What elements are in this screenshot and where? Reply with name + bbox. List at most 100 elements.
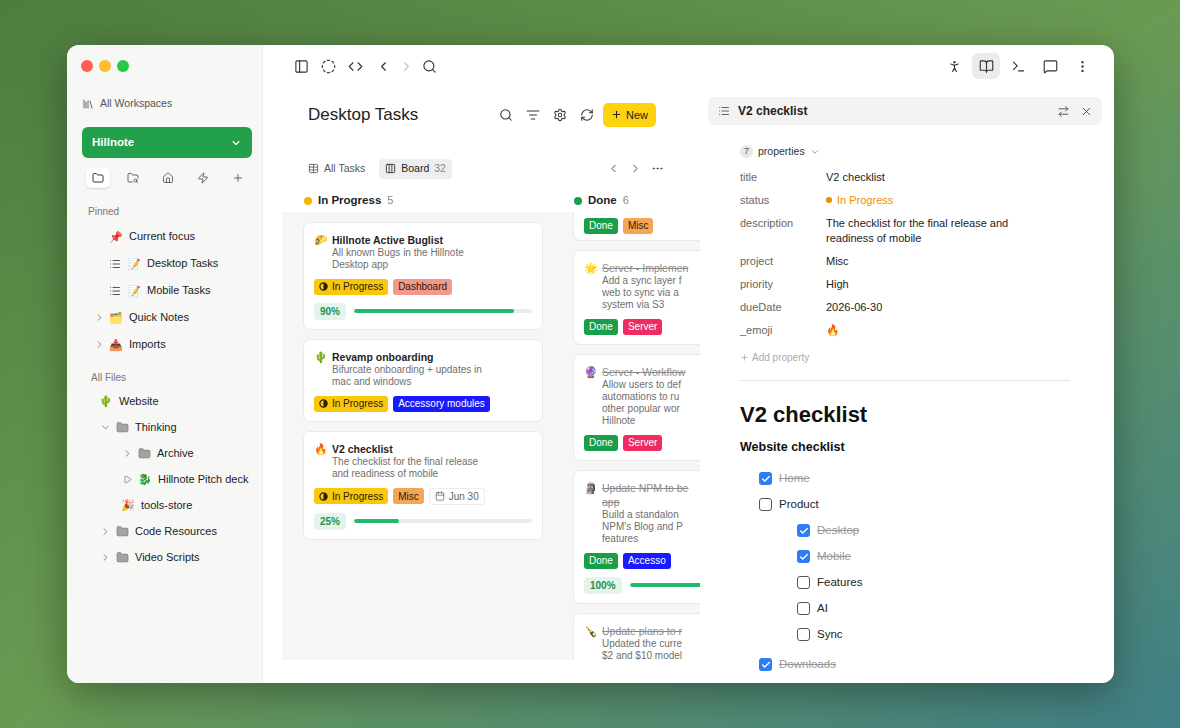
checklist-item[interactable]: Desktop [740,518,1102,544]
checklist-item[interactable]: Mobile [740,544,1102,570]
back-icon[interactable] [376,59,391,74]
new-button[interactable]: New [603,103,656,127]
chevron-down-icon[interactable] [100,422,111,433]
more-icon[interactable] [651,162,664,175]
previous-icon[interactable] [607,162,620,175]
all-workspaces-link[interactable]: All Workspaces [67,97,262,111]
panel-button[interactable] [972,53,1000,79]
file-item[interactable]: 🐉Hillnote Pitch deck [67,466,262,492]
checkbox[interactable] [797,576,810,589]
pinned-item[interactable]: 🗂️Quick Notes [67,304,262,331]
checkbox[interactable] [797,550,810,563]
tag[interactable]: Accessory modules [393,396,490,412]
close-icon[interactable] [1080,105,1093,118]
task-card[interactable]: Done Misc [573,212,700,241]
gear-icon[interactable] [553,108,567,122]
sidebar-tool-button[interactable] [86,168,110,188]
property-row[interactable]: priorityHigh [740,273,1102,296]
file-item[interactable]: Video Scripts [67,544,262,570]
property-row[interactable]: titleV2 checklist [740,166,1102,189]
filter-icon[interactable] [526,108,540,122]
search-icon[interactable] [499,108,513,122]
checklist-item[interactable]: Features [740,570,1102,596]
checklist-item[interactable]: Product [740,492,1102,518]
task-card[interactable]: 🌮Hillnote Active BuglistAll known Bugs i… [303,222,543,330]
checkbox[interactable] [797,524,810,537]
next-icon[interactable] [629,162,642,175]
view-tab[interactable]: All Tasks [302,159,371,179]
checklist-item[interactable]: Home [740,466,1102,492]
task-card[interactable]: 🍾Update plans to rUpdated the curre$2 an… [573,613,700,660]
tag[interactable]: Misc [623,218,654,234]
pinned-item[interactable]: 📥Imports [67,331,262,358]
chevron-right-icon[interactable] [94,339,105,350]
play-toggle-icon[interactable] [123,475,132,484]
tag[interactable]: In Progress [314,396,388,412]
panel-button[interactable] [1036,53,1064,79]
checkbox[interactable] [759,498,772,511]
view-tab[interactable]: Board32 [379,159,452,179]
task-card[interactable]: 🌟Server - ImplemenAdd a sync layer fweb … [573,250,700,345]
task-card[interactable]: 🌵Revamp onboardingBifurcate onboarding +… [303,339,543,422]
panel-button[interactable] [1068,53,1096,79]
chevron-right-icon[interactable] [122,448,133,459]
tag[interactable]: Done [584,218,618,234]
tag[interactable]: In Progress [314,279,388,295]
chevron-right-icon[interactable] [94,312,105,323]
minimize-button[interactable] [99,60,111,72]
checklist-item[interactable]: Downloads [740,652,1102,678]
file-item[interactable]: Code Resources [67,518,262,544]
property-row[interactable]: _emoji🔥 [740,319,1102,342]
task-card[interactable]: 🗿Update NPM to beappBuild a standalonNPM… [573,470,700,604]
forward-icon[interactable] [399,59,414,74]
add-property-button[interactable]: Add property [740,352,1102,364]
workspace-switcher[interactable]: Hillnote [82,127,252,158]
swap-icon[interactable] [1057,105,1070,118]
tag[interactable]: Misc [393,488,424,504]
checklist-item[interactable]: AI [740,596,1102,622]
checklist-item[interactable]: Sync [740,622,1102,648]
sidebar-tool-button[interactable] [121,168,145,188]
file-item[interactable]: 🌵Website [67,388,262,414]
zoom-button[interactable] [117,60,129,72]
pinned-item[interactable]: 📝Mobile Tasks [67,277,262,304]
sidebar-tool-button[interactable] [226,168,250,188]
task-card[interactable]: 🔮Server - WorkflowAllow users to defauto… [573,354,700,461]
tag[interactable]: Server [623,319,662,335]
close-button[interactable] [81,60,93,72]
property-row[interactable]: projectMisc [740,250,1102,273]
tag[interactable]: Dashboard [393,279,452,295]
chevron-right-icon[interactable] [100,526,111,537]
tag[interactable]: Done [584,319,618,335]
due-date-chip[interactable]: Jun 30 [429,488,485,505]
property-row[interactable]: dueDate2026-06-30 [740,296,1102,319]
sidebar-toggle-icon[interactable] [294,59,309,74]
task-card[interactable]: 🔥V2 checklistThe checklist for the final… [303,431,543,540]
tag[interactable]: Server [623,435,662,451]
tag[interactable]: Accesso [623,553,671,569]
property-row[interactable]: descriptionThe checklist for the final r… [740,212,1102,250]
refresh-icon[interactable] [580,108,594,122]
checkbox[interactable] [759,658,772,671]
code-icon[interactable] [348,59,363,74]
tag[interactable]: Done [584,553,618,569]
sidebar-tool-button[interactable] [156,168,180,188]
file-item[interactable]: Thinking [67,414,262,440]
checkbox[interactable] [797,628,810,641]
tag[interactable]: In Progress [314,488,388,504]
circle-dashed-icon[interactable] [321,59,336,74]
chevron-right-icon[interactable] [100,552,111,563]
file-item[interactable]: 🎉tools-store [67,492,262,518]
checkbox[interactable] [759,472,772,485]
tag[interactable]: Done [584,435,618,451]
outline-icon[interactable] [718,105,730,117]
panel-button[interactable] [940,53,968,79]
checkbox[interactable] [797,602,810,615]
panel-button[interactable] [1004,53,1032,79]
properties-toggle[interactable]: 7properties [740,144,1102,160]
pinned-item[interactable]: 📝Desktop Tasks [67,250,262,277]
pinned-item[interactable]: 📌Current focus [67,223,262,250]
sidebar-tool-button[interactable] [191,168,215,188]
search-icon[interactable] [422,59,437,74]
file-item[interactable]: Archive [67,440,262,466]
